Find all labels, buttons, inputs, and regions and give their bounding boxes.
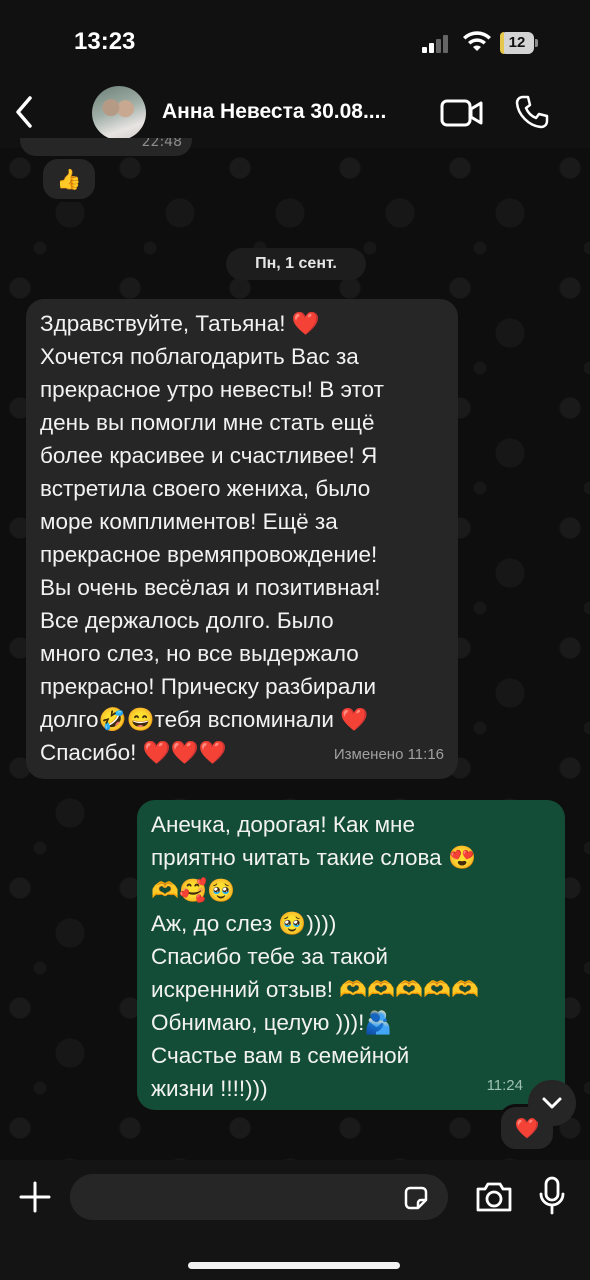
- message-line: 🫶🥰🥹: [151, 878, 236, 903]
- message-line: прекрасно! Прическу разбирали: [40, 674, 377, 699]
- message-line: Все держалось долго. Было: [40, 608, 334, 633]
- message-line: Обнимаю, целую )))!🫂: [151, 1010, 393, 1035]
- message-line: день вы помогли мне стать ещё: [40, 410, 375, 435]
- previous-message-time: 22:48: [20, 138, 192, 156]
- video-camera-icon[interactable]: [440, 98, 484, 128]
- contact-name[interactable]: Анна Невеста 30.08....: [162, 100, 386, 124]
- message-meta: Изменено 11:16: [333, 746, 444, 763]
- status-time: 13:23: [74, 28, 136, 55]
- incoming-message[interactable]: Здравствуйте, Татьяна! ❤️ Хочется поблаг…: [26, 299, 458, 779]
- message-line: Аж, до слез 🥹)))): [151, 911, 337, 936]
- thumbs-up-icon: 👍: [56, 167, 82, 191]
- message-line: более красивее и счастливее! Я: [40, 443, 378, 468]
- message-line: море комплиментов! Ещё за: [40, 509, 338, 534]
- reaction-badge[interactable]: 👍: [40, 156, 98, 202]
- sticker-icon[interactable]: [402, 1184, 430, 1212]
- message-line: много слез, но все выдержало: [40, 641, 359, 666]
- plus-icon[interactable]: [18, 1180, 52, 1214]
- phone-icon[interactable]: [514, 94, 550, 130]
- message-line: Здравствуйте, Татьяна! ❤️: [40, 311, 320, 336]
- message-line: встретила своего жениха, было: [40, 476, 371, 501]
- battery-level: 12: [508, 34, 526, 51]
- home-indicator[interactable]: [188, 1262, 400, 1269]
- message-input[interactable]: [70, 1174, 448, 1220]
- outgoing-message[interactable]: Анечка, дорогая! Как мне приятно читать …: [137, 800, 565, 1110]
- avatar[interactable]: [92, 86, 146, 140]
- microphone-icon[interactable]: [538, 1176, 566, 1216]
- message-meta: 11:24: [486, 1077, 523, 1094]
- message-line: приятно читать такие слова 😍: [151, 845, 476, 870]
- message-line: прекрасное утро невесты! В этот: [40, 377, 384, 402]
- status-bar: 13:23 12: [0, 0, 590, 80]
- message-line: искренний отзыв! 🫶🫶🫶🫶🫶: [151, 977, 480, 1002]
- message-line: Хочется поблагодарить Вас за: [40, 344, 359, 369]
- signal-icon: [422, 33, 452, 53]
- battery-icon: 12: [500, 32, 538, 54]
- chevron-down-icon: [542, 1097, 562, 1109]
- scroll-to-bottom-button[interactable]: [528, 1080, 576, 1126]
- message-line: Вы очень весёлая и позитивная!: [40, 575, 381, 600]
- date-divider: Пн, 1 сент.: [226, 248, 366, 280]
- wifi-icon: [463, 31, 491, 51]
- message-composer: [0, 1160, 590, 1280]
- message-line: Анечка, дорогая! Как мне: [151, 812, 415, 837]
- message-line: Спасибо тебе за такой: [151, 944, 388, 969]
- camera-icon[interactable]: [474, 1180, 514, 1214]
- chat-screen: 13:23 12 Анна Невеста 30.08.... 22:48 👍 …: [0, 0, 590, 1280]
- message-line: прекрасное времяпровождение!: [40, 542, 378, 567]
- message-line: Счастье вам в семейной: [151, 1043, 410, 1068]
- chevron-left-icon[interactable]: [10, 92, 40, 132]
- message-line: долго🤣😄тебя вспоминали ❤️: [40, 707, 369, 732]
